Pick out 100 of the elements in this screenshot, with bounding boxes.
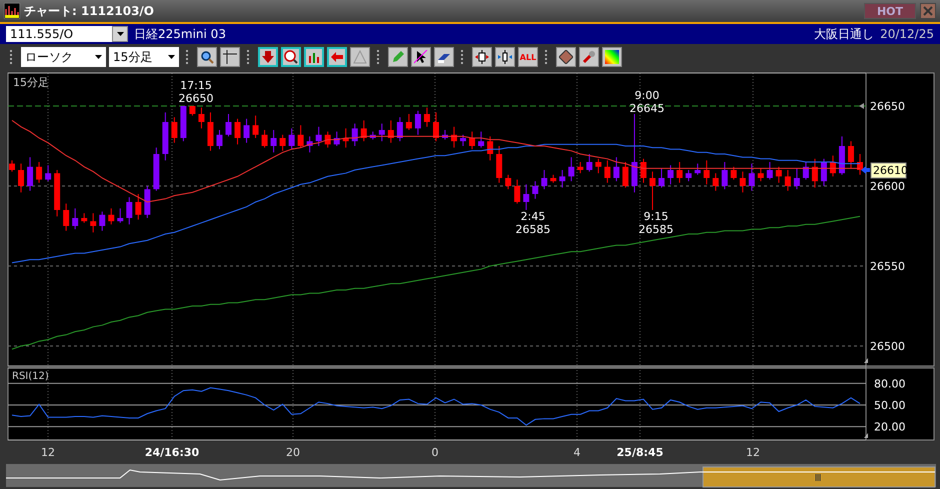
candlestick [153, 147, 160, 192]
candlestick [766, 162, 773, 180]
pane-label: 15分足 [13, 76, 49, 89]
toolbar-button[interactable] [411, 47, 431, 67]
date-label: 20/12/25 [880, 27, 934, 41]
instrument-name: 日経225mini 03 [134, 26, 227, 42]
axis-label: 26650 [870, 100, 905, 113]
candlestick [740, 171, 746, 193]
chart-app-icon [4, 3, 20, 19]
candlestick [694, 163, 701, 176]
candlestick [288, 128, 295, 150]
candlestick [45, 164, 52, 182]
arrow-left-icon [861, 166, 870, 174]
magnifier-icon [284, 50, 298, 64]
candlestick [63, 203, 70, 232]
candlestick [469, 131, 476, 150]
candlestick [686, 170, 692, 182]
arrow-down-icon [261, 50, 275, 64]
pencil-icon [391, 50, 405, 64]
candlestick [812, 158, 818, 188]
candlestick [838, 136, 845, 176]
candlestick [586, 154, 592, 172]
candlestick [451, 126, 458, 148]
price-label: 26585 [516, 223, 550, 236]
candlestick [316, 126, 322, 146]
candlestick [378, 123, 385, 142]
scroll-thumb[interactable] [702, 466, 936, 488]
axis-label: 24/16:30 [144, 446, 200, 459]
candlestick [90, 212, 96, 233]
crosshair-icon [223, 50, 237, 64]
candlestick [18, 163, 24, 193]
candlestick [162, 112, 168, 161]
session-label: 大阪日通し [814, 26, 874, 42]
toolbar-button[interactable] [434, 47, 454, 67]
candlestick [577, 162, 584, 174]
candlestick [758, 168, 764, 182]
candlestick [306, 136, 313, 153]
candlestick [784, 170, 791, 192]
candlestick [406, 114, 412, 130]
candlestick [532, 180, 538, 200]
arrow-left-icon [330, 50, 344, 64]
candlestick [676, 162, 683, 184]
candlestick [234, 118, 241, 145]
candlestick [198, 107, 204, 129]
axis-label: 26600 [870, 180, 905, 193]
candlestick [262, 130, 268, 148]
toolbar-button[interactable] [220, 47, 240, 67]
toolbar-button[interactable] [495, 47, 515, 67]
candlestick [640, 158, 646, 184]
candlestick [280, 134, 286, 152]
toolbar-button[interactable] [556, 47, 576, 67]
candlestick [216, 130, 222, 150]
candlestick [820, 158, 827, 186]
candlestick [550, 174, 556, 184]
candlestick [244, 118, 250, 144]
candlestick [433, 112, 439, 142]
candlestick [414, 110, 421, 136]
axis-label: 20.00 [874, 420, 906, 434]
axis-label: 80.00 [874, 377, 906, 390]
axis-label: 50.00 [874, 399, 906, 412]
candlestick [496, 146, 502, 184]
time-label: 17:15 [180, 79, 212, 92]
candlestick [650, 171, 656, 210]
chart-type-dropdown[interactable]: ローソク [21, 47, 106, 67]
price-tag: 26610 [870, 162, 908, 178]
toolbar-button[interactable] [197, 47, 217, 67]
axis-label: 25/8:45 [616, 446, 664, 459]
hot-button[interactable]: HOT [864, 3, 916, 19]
axis-label: 26500 [870, 340, 905, 353]
toolbar-button[interactable] [472, 47, 492, 67]
candlestick [514, 179, 520, 204]
candlestick [424, 107, 430, 128]
candlestick [712, 172, 719, 192]
price-label: 26645 [630, 102, 664, 115]
time-label: 2:45 [520, 210, 546, 223]
symbol-field[interactable]: 111.555/O [6, 26, 128, 42]
axis-label: 12 [746, 446, 760, 459]
candlestick [207, 112, 214, 152]
candlestick [478, 131, 484, 148]
candlestick [324, 131, 331, 148]
candlestick [81, 212, 88, 224]
interval-dropdown[interactable]: 15分足 [109, 47, 179, 67]
candlestick [613, 156, 620, 182]
close-button[interactable] [920, 3, 936, 19]
candlestick [802, 162, 809, 180]
bar-chart-icon [307, 50, 321, 64]
grip-icon [816, 474, 820, 482]
candlestick [9, 160, 15, 172]
triangle-icon [864, 358, 868, 363]
candlestick [370, 131, 376, 140]
candlestick-icon [498, 50, 512, 64]
price-label: 26650 [178, 92, 214, 105]
candlestick [352, 123, 358, 146]
candlestick [388, 120, 394, 144]
candlestick [505, 174, 512, 190]
candlestick [595, 158, 602, 174]
candlestick [604, 160, 610, 184]
candlestick [108, 208, 114, 225]
time-label: 9:15 [644, 210, 668, 223]
candlestick [298, 124, 304, 148]
